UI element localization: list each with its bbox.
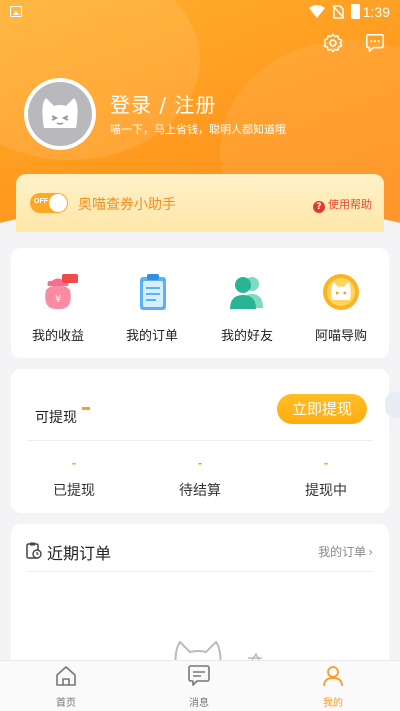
recent-orders-title: 近期订单 [47,544,112,563]
toggle-off-label: OFF [34,198,48,205]
quick-item-shopping-guide[interactable]: 阿喵导购 [294,272,388,344]
stat-label: 待结算 [179,483,221,499]
assistant-toggle[interactable]: OFF [30,193,68,213]
chat-bubble-icon[interactable] [364,32,386,54]
divider [27,440,373,441]
quick-actions-card: ¥ 我的收益 我的订单 我的好友 阿喵导购 [11,248,389,358]
toggle-knob [49,194,67,212]
my-orders-label: 我的订单 [318,545,367,559]
question-icon: ? [313,201,325,213]
chevron-right-icon: › [368,545,373,559]
order-clock-icon [26,542,42,559]
help-label: 使用帮助 [328,198,372,211]
stat-label: 提现中 [305,483,347,499]
help-link[interactable]: ? 使用帮助 [313,196,372,213]
friends-icon [230,277,263,309]
quick-item-friends[interactable]: 我的好友 [200,272,294,344]
nav-messages[interactable]: 消息 [159,665,239,709]
floating-assistant-tab[interactable] [385,392,400,418]
nav-label: 首页 [56,698,76,709]
home-icon [56,666,76,686]
withdrawable-label: 可提现 [35,410,77,426]
cat-avatar-icon [42,98,78,128]
stat-label: 已提现 [53,483,95,499]
nav-label: 消息 [189,698,209,709]
no-sim-icon [333,5,344,19]
nav-label: 我的 [323,698,343,709]
divider [27,571,373,572]
avatar[interactable] [24,78,96,150]
nav-mine[interactable]: 我的 [293,665,373,709]
cat-coin-icon [323,274,359,310]
my-orders-link[interactable]: 我的订单 › [318,543,373,560]
settings-gear-icon[interactable] [322,32,344,54]
withdraw-now-button[interactable]: 立即提现 [277,394,367,424]
nav-home[interactable]: 首页 [26,665,106,709]
battery-icon [351,4,360,19]
message-icon [188,665,210,686]
bottom-navigation: 首页 消息 我的 [0,660,400,711]
money-bag-icon: ¥ [45,274,78,310]
coupon-assistant-bar: OFF 奥喵查券小助手 ? 使用帮助 [16,174,384,232]
stat-pending: - 待结算 [137,457,263,500]
status-bar: 1:39 [0,0,400,24]
quick-item-label: 我的订单 [125,329,178,344]
stat-value: - [197,457,203,470]
stat-value: - [323,457,329,470]
clipboard-icon [140,274,166,310]
quick-item-label: 阿喵导购 [314,329,367,344]
withdrawable-amount [82,407,90,410]
stat-withdrawn: - 已提现 [11,457,137,500]
status-time: 1:39 [362,4,390,20]
wifi-icon [309,5,325,18]
login-register-link[interactable]: 登录 / 注册 [110,89,216,118]
profile-icon [323,666,343,687]
quick-item-earnings[interactable]: ¥ 我的收益 [11,272,105,344]
quick-item-orders[interactable]: 我的订单 [105,272,199,344]
assistant-label: 奥喵查券小助手 [78,197,176,213]
withdraw-card: 可提现 立即提现 - 已提现 - 待结算 - 提现中 [11,369,389,513]
profile-subtitle: 喵一下，马上省钱，聪明人都知道哦 [110,123,286,136]
stat-value: - [71,457,77,470]
quick-item-label: 我的收益 [31,329,84,344]
svg-text:¥: ¥ [55,294,61,305]
quick-item-label: 我的好友 [220,329,273,344]
image-notification-icon [10,6,22,17]
stat-withdrawing: - 提现中 [263,457,389,500]
